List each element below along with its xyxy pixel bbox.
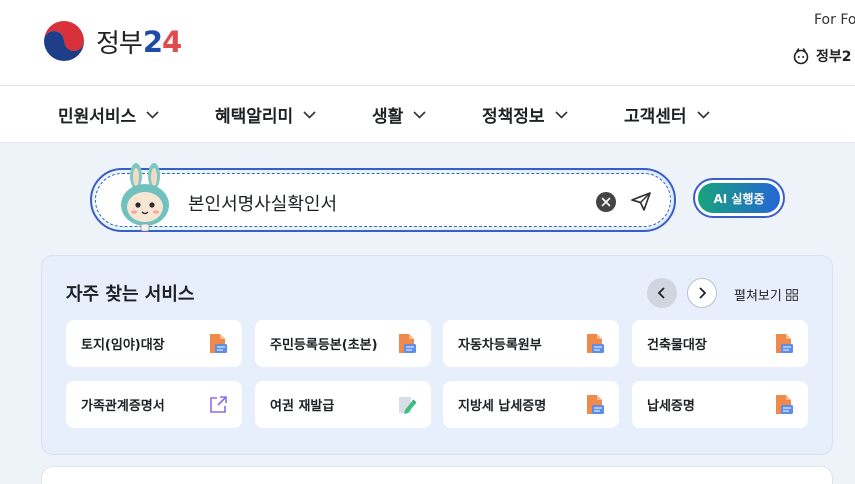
send-icon[interactable] [629, 189, 653, 213]
clear-search-button[interactable] [596, 192, 616, 212]
chevron-down-icon [303, 110, 316, 119]
logo-text: 정부 [96, 28, 143, 59]
site-header: 정부 24 For Fo 정부2 [0, 0, 855, 86]
gov24-sub-link[interactable]: 정부2 [792, 46, 852, 66]
service-label: 주민등록등본(초본) [270, 338, 378, 353]
expand-label: 펼쳐보기 [734, 289, 782, 304]
service-tile[interactable]: 여권 재발급 [255, 381, 431, 428]
chevron-right-icon [699, 287, 707, 299]
service-label: 토지(임야)대장 [81, 338, 165, 353]
nav-customer-center[interactable]: 고객센터 [624, 86, 710, 143]
service-label: 납세증명 [647, 399, 695, 414]
chevron-down-icon [554, 110, 568, 119]
service-tile[interactable]: 주민등록등본(초본) [255, 320, 431, 367]
chevron-down-icon [413, 110, 426, 119]
nav-label: 생활 [372, 107, 404, 127]
main-content: 본인서명사실확인서 AI 실행중 자주 찾는 서비스 펼쳐보기 토지(임야)대장… [0, 143, 855, 484]
search-box: 본인서명사실확인서 [90, 163, 676, 232]
for-foreigners-link[interactable]: For Fo [814, 12, 855, 28]
close-icon [601, 197, 611, 207]
service-label: 가족관계증명서 [81, 399, 165, 414]
edit-document-icon [399, 397, 417, 414]
next-button[interactable] [687, 278, 717, 308]
ai-status-button[interactable]: AI 실행중 [693, 178, 785, 218]
grid-icon [785, 288, 798, 301]
document-file-icon [587, 395, 604, 414]
chevron-down-icon [146, 110, 159, 119]
expand-link[interactable]: 펼쳐보기 [734, 285, 798, 304]
service-label: 자동차등록원부 [458, 338, 542, 353]
logo-wordmark: 정부 24 [96, 23, 182, 60]
document-file-icon [776, 395, 793, 414]
search-input[interactable]: 본인서명사실확인서 [188, 190, 337, 216]
main-navigation: 민원서비스 혜택알리미 생활 정책정보 고객센터 [0, 86, 855, 143]
prev-button[interactable] [647, 278, 677, 308]
rabbit-mascot-icon [121, 163, 169, 232]
chevron-left-icon [657, 287, 665, 299]
nav-civil-services[interactable]: 민원서비스 [58, 86, 159, 143]
chatbot-icon [793, 48, 809, 65]
frequent-services-panel: 자주 찾는 서비스 펼쳐보기 토지(임야)대장 주민등록등본(초본) 자동차등록… [41, 255, 833, 455]
document-file-icon [587, 334, 604, 353]
nav-label: 고객센터 [624, 107, 687, 127]
search-field-frame: 본인서명사실확인서 [95, 163, 671, 232]
service-tile[interactable]: 건축물대장 [632, 320, 808, 367]
ai-status-label: AI 실행중 [698, 183, 780, 213]
external-link-icon [210, 396, 227, 413]
service-label: 건축물대장 [647, 338, 707, 353]
gov24-logo[interactable]: 정부 24 [40, 18, 182, 64]
service-label: 여권 재발급 [270, 399, 335, 414]
taegeuk-logo-icon [44, 21, 84, 61]
chevron-down-icon [696, 110, 710, 119]
nav-label: 민원서비스 [58, 107, 137, 127]
nav-label: 혜택알리미 [215, 107, 294, 127]
logo-number: 24 [142, 24, 182, 59]
gov24-sub-label: 정부2 [816, 49, 852, 65]
nav-policy-info[interactable]: 정책정보 [482, 86, 568, 143]
service-tile[interactable]: 지방세 납세증명 [443, 381, 619, 428]
service-label: 지방세 납세증명 [458, 399, 547, 414]
service-tile[interactable]: 자동차등록원부 [443, 320, 619, 367]
nav-benefit-alerts[interactable]: 혜택알리미 [215, 86, 316, 143]
nav-life[interactable]: 생활 [372, 86, 426, 143]
document-file-icon [399, 334, 416, 353]
section-title: 자주 찾는 서비스 [66, 284, 195, 305]
next-section-card [41, 466, 833, 484]
nav-label: 정책정보 [482, 107, 545, 127]
service-tile[interactable]: 토지(임야)대장 [66, 320, 242, 367]
service-tile[interactable]: 가족관계증명서 [66, 381, 242, 428]
document-file-icon [210, 334, 227, 353]
document-file-icon [776, 334, 793, 353]
service-tile[interactable]: 납세증명 [632, 381, 808, 428]
